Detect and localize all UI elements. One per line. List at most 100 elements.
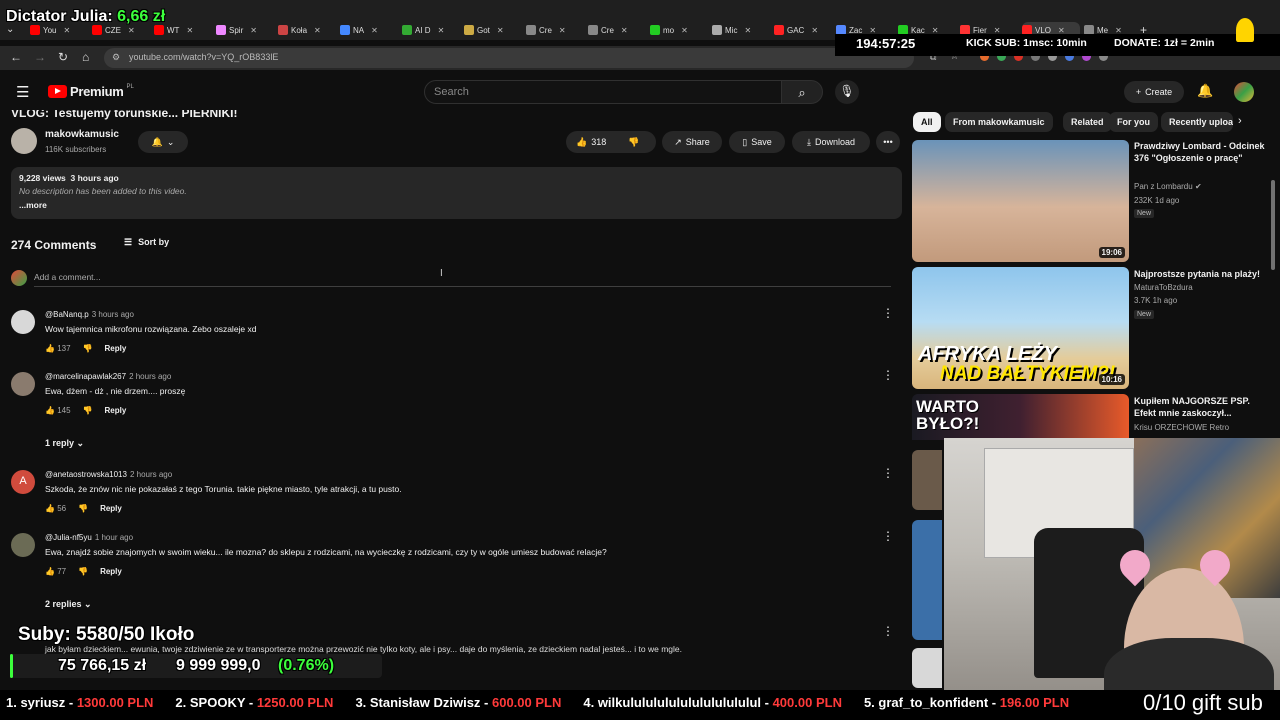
commenter-avatar[interactable] bbox=[11, 372, 35, 396]
commenter-avatar[interactable] bbox=[11, 310, 35, 334]
related-thumbnail[interactable]: 19:06 bbox=[912, 140, 1129, 262]
channel-name[interactable]: makowkamusic bbox=[45, 129, 119, 140]
close-tab-icon[interactable]: ✕ bbox=[559, 26, 566, 35]
browser-tab[interactable]: GAC ✕ bbox=[774, 22, 832, 38]
close-tab-icon[interactable]: ✕ bbox=[621, 26, 628, 35]
filter-chip[interactable]: Related bbox=[1063, 112, 1112, 132]
create-button[interactable]: + Create bbox=[1124, 81, 1184, 103]
subscribed-button[interactable]: 🔔 ⌄ bbox=[138, 131, 188, 153]
browser-tab[interactable]: NA ✕ bbox=[340, 22, 398, 38]
reply-button[interactable]: Reply bbox=[105, 406, 127, 415]
browser-tab[interactable]: mo ✕ bbox=[650, 22, 708, 38]
back-icon[interactable]: ← bbox=[10, 50, 22, 64]
sidebar-scrollbar[interactable] bbox=[1271, 180, 1275, 270]
comment-time[interactable]: 3 hours ago bbox=[92, 310, 134, 319]
sort-by-button[interactable]: ☰ Sort by bbox=[124, 237, 169, 248]
add-comment-input[interactable]: Add a comment... bbox=[34, 272, 101, 282]
donate-rate: DONATE: 1zł = 2min bbox=[1114, 37, 1215, 49]
browser-tab[interactable]: Cre ✕ bbox=[526, 22, 584, 38]
reply-button[interactable]: Reply bbox=[105, 344, 127, 353]
comment-dislike-button[interactable]: 👎 bbox=[83, 344, 93, 353]
like-button[interactable]: 👍 318 bbox=[576, 137, 606, 148]
view-replies-button[interactable]: 2 replies ⌄ bbox=[45, 599, 92, 610]
comment-time[interactable]: 1 hour ago bbox=[95, 533, 133, 542]
close-tab-icon[interactable]: ✕ bbox=[681, 26, 688, 35]
url-field[interactable]: youtube.com/watch?v=YQ_rOB833lE bbox=[104, 48, 914, 68]
comment-more-icon[interactable]: ⋮ bbox=[882, 466, 894, 480]
dislike-button[interactable]: 👎 bbox=[628, 137, 639, 148]
menu-icon[interactable]: ☰ bbox=[16, 83, 29, 101]
download-button[interactable]: ⤓ Download bbox=[792, 131, 870, 153]
close-tab-icon[interactable]: ✕ bbox=[186, 26, 193, 35]
forward-icon[interactable]: → bbox=[34, 50, 46, 64]
close-tab-icon[interactable]: ✕ bbox=[314, 26, 321, 35]
close-tab-icon[interactable]: ✕ bbox=[744, 26, 751, 35]
comment-author[interactable]: @marcelinapawlak267 bbox=[45, 372, 126, 381]
chips-next-icon[interactable]: › bbox=[1238, 115, 1242, 127]
comment-more-icon[interactable]: ⋮ bbox=[882, 306, 894, 320]
close-tab-icon[interactable]: ✕ bbox=[64, 26, 71, 35]
browser-tab[interactable]: Koła ✕ bbox=[278, 22, 336, 38]
comment-more-icon[interactable]: ⋮ bbox=[882, 368, 894, 382]
close-tab-icon[interactable]: ✕ bbox=[811, 26, 818, 35]
more-actions-button[interactable]: ••• bbox=[876, 131, 900, 153]
view-replies-button[interactable]: 1 reply ⌄ bbox=[45, 438, 84, 449]
comment-like-button[interactable]: 👍 145 bbox=[45, 406, 71, 415]
browser-tab[interactable]: AI D ✕ bbox=[402, 22, 460, 38]
related-thumbnail[interactable] bbox=[912, 450, 942, 510]
comment-author[interactable]: @BaNanq.p bbox=[45, 310, 89, 319]
related-title[interactable]: Prawdziwy Lombard - Odcinek 376 "Ogłosze… bbox=[1134, 140, 1274, 164]
commenter-avatar[interactable]: A bbox=[11, 470, 35, 494]
save-button[interactable]: ▯ Save bbox=[729, 131, 785, 153]
notifications-bell-icon[interactable]: 🔔 bbox=[1197, 83, 1213, 99]
related-title[interactable]: Najprostsze pytania na plaży! bbox=[1134, 268, 1274, 280]
voice-search-button[interactable]: 🎙 bbox=[835, 80, 859, 104]
related-thumbnail[interactable]: AFRYKA LEŻY NAD BAŁTYKIEM?! 10:16 bbox=[912, 267, 1129, 389]
related-channel[interactable]: Krisu ORZECHOWE Retro bbox=[1134, 423, 1229, 432]
search-input[interactable]: Search bbox=[424, 80, 782, 104]
share-button[interactable]: ↗ Share bbox=[662, 131, 722, 153]
filter-chip[interactable]: All bbox=[913, 112, 941, 132]
browser-tab[interactable]: Spir ✕ bbox=[216, 22, 274, 38]
related-thumbnail[interactable] bbox=[912, 648, 942, 688]
channel-avatar[interactable] bbox=[11, 128, 37, 154]
avatar[interactable] bbox=[1234, 82, 1254, 102]
comment-more-icon[interactable]: ⋮ bbox=[882, 624, 894, 638]
related-channel[interactable]: Pan z Lombardu ✔ bbox=[1134, 182, 1202, 191]
close-tab-icon[interactable]: ✕ bbox=[371, 26, 378, 35]
filter-chip[interactable]: From makowkamusic bbox=[945, 112, 1053, 132]
filter-chip[interactable]: Recently uploaded bbox=[1161, 112, 1233, 132]
site-info-icon[interactable]: ⚙ bbox=[112, 52, 120, 63]
related-thumbnail[interactable]: WARTO BYŁO?! bbox=[912, 394, 1129, 440]
close-tab-icon[interactable]: ✕ bbox=[250, 26, 257, 35]
related-channel[interactable]: MaturaToBzdura bbox=[1134, 283, 1193, 292]
comment-more-icon[interactable]: ⋮ bbox=[882, 529, 894, 543]
browser-tab[interactable]: Cre ✕ bbox=[588, 22, 646, 38]
comment-dislike-button[interactable]: 👎 bbox=[78, 504, 88, 513]
close-tab-icon[interactable]: ✕ bbox=[497, 26, 504, 35]
description-more-link[interactable]: ...more bbox=[19, 200, 47, 210]
related-thumbnail[interactable] bbox=[912, 520, 942, 640]
comment-author[interactable]: @anetaostrowska1013 bbox=[45, 470, 127, 479]
comment-like-button[interactable]: 👍 56 bbox=[45, 504, 66, 513]
browser-tab[interactable]: Mic ✕ bbox=[712, 22, 770, 38]
comment-time[interactable]: 2 hours ago bbox=[129, 372, 171, 381]
close-tab-icon[interactable]: ✕ bbox=[128, 26, 135, 35]
filter-chip[interactable]: For you bbox=[1109, 112, 1158, 132]
comment-dislike-button[interactable]: 👎 bbox=[83, 406, 93, 415]
reply-button[interactable]: Reply bbox=[100, 567, 122, 576]
related-title[interactable]: Kupiłem NAJGORSZE PSP. Efekt mnie zaskoc… bbox=[1134, 395, 1274, 419]
comment-author[interactable]: @Julia-nf5yu bbox=[45, 533, 92, 542]
youtube-logo[interactable]: Premium PL bbox=[48, 84, 134, 99]
browser-tab[interactable]: Got ✕ bbox=[464, 22, 522, 38]
comment-dislike-button[interactable]: 👎 bbox=[78, 567, 88, 576]
reload-icon[interactable]: ↻ bbox=[58, 50, 68, 64]
commenter-avatar[interactable] bbox=[11, 533, 35, 557]
reply-button[interactable]: Reply bbox=[100, 504, 122, 513]
close-tab-icon[interactable]: ✕ bbox=[438, 26, 445, 35]
search-button[interactable]: ⌕ bbox=[781, 80, 823, 104]
comment-like-button[interactable]: 👍 77 bbox=[45, 567, 66, 576]
home-icon[interactable]: ⌂ bbox=[82, 50, 89, 64]
comment-like-button[interactable]: 👍 137 bbox=[45, 344, 71, 353]
comment-time[interactable]: 2 hours ago bbox=[130, 470, 172, 479]
